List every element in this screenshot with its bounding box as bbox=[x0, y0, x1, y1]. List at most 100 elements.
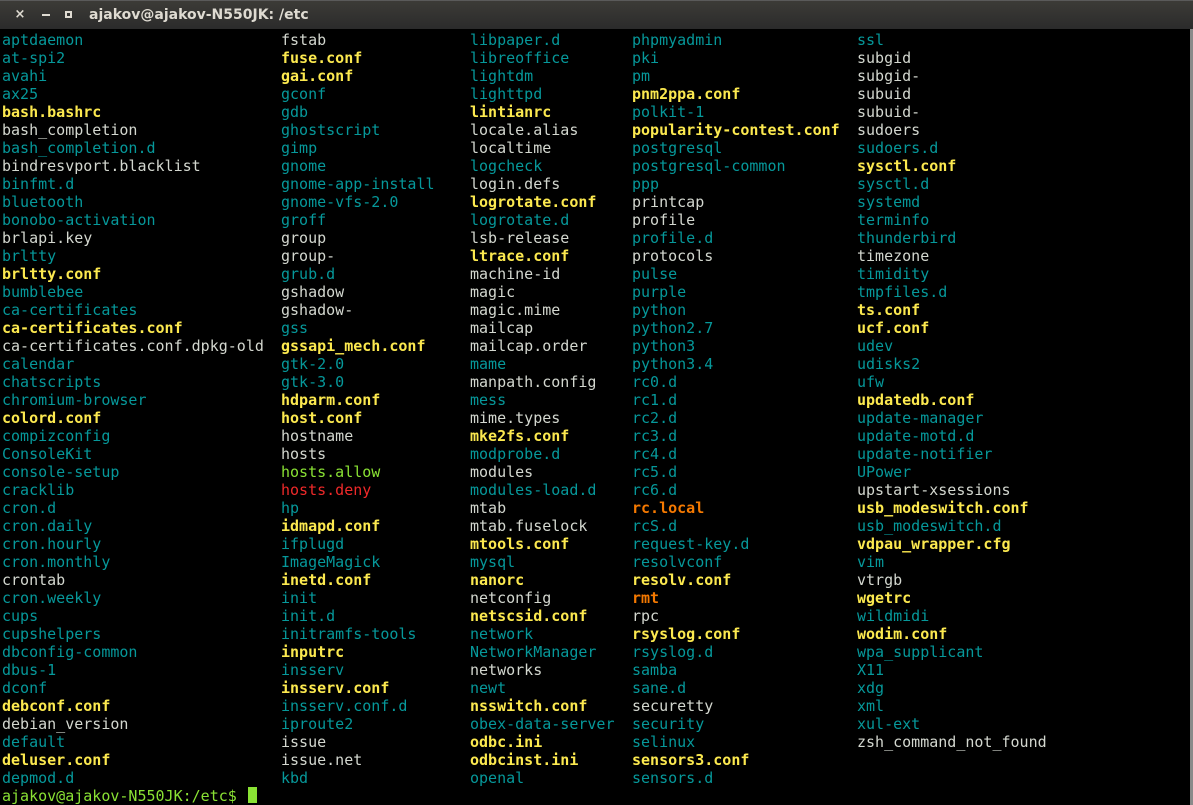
ls-column: fstab fuse.conf gai.conf gconf gdb ghostscrip… bbox=[281, 31, 435, 787]
file-entry: sysctl.conf bbox=[857, 157, 957, 175]
directory-entry: xdg bbox=[857, 679, 885, 697]
file-entry: login.defs bbox=[470, 175, 561, 193]
directory-entry: init.d bbox=[281, 607, 336, 625]
file-entry: hosts bbox=[281, 445, 327, 463]
cursor-block bbox=[247, 787, 257, 803]
file-entry: gai.conf bbox=[281, 67, 354, 85]
file-entry: resolv.conf bbox=[632, 571, 732, 589]
directory-entry: rc5.d bbox=[632, 463, 678, 481]
directory-entry: gdb bbox=[281, 103, 309, 121]
directory-entry: cups bbox=[2, 607, 39, 625]
directory-entry: depmod.d bbox=[2, 769, 75, 787]
file-entry: brlapi.key bbox=[2, 229, 93, 247]
directory-entry: thunderbird bbox=[857, 229, 957, 247]
ls-column: ssl subgid subgid-subuid subuid-sudoers sudo… bbox=[857, 31, 1047, 751]
directory-entry: timidity bbox=[857, 265, 930, 283]
close-icon[interactable]: × bbox=[12, 7, 28, 23]
directory-entry: dbus-1 bbox=[2, 661, 57, 679]
directory-entry: ax25 bbox=[2, 85, 39, 103]
directory-entry: pm bbox=[632, 67, 651, 85]
directory-entry: cron.hourly bbox=[2, 535, 102, 553]
directory-entry: rc6.d bbox=[632, 481, 678, 499]
directory-entry: libpaper.d bbox=[470, 31, 561, 49]
directory-entry: postgresql bbox=[632, 139, 723, 157]
window-titlebar[interactable]: × ajakov@ajakov-N550JK: /etc bbox=[0, 0, 1193, 29]
file-entry: nsswitch.conf bbox=[470, 697, 588, 715]
file-entry: issue.net bbox=[281, 751, 363, 769]
file-entry: netscsid.conf bbox=[470, 607, 588, 625]
directory-entry: python3.4 bbox=[632, 355, 714, 373]
directory-entry: sensors.d bbox=[632, 769, 714, 787]
file-entry: lintianrc bbox=[470, 103, 552, 121]
file-entry: group- bbox=[281, 247, 336, 265]
directory-entry: network bbox=[470, 625, 534, 643]
directory-entry: X11 bbox=[857, 661, 885, 679]
directory-entry: phpmyadmin bbox=[632, 31, 723, 49]
directory-entry: bluetooth bbox=[2, 193, 84, 211]
directory-entry: ppp bbox=[632, 175, 660, 193]
directory-entry: selinux bbox=[632, 733, 696, 751]
file-entry: ca-certificates.conf bbox=[2, 319, 183, 337]
directory-entry: gtk-3.0 bbox=[281, 373, 345, 391]
ls-column: phpmyadmin pki pm pnm2ppa.conf polkit-1 popul… bbox=[632, 31, 840, 787]
directory-entry: sane.d bbox=[632, 679, 687, 697]
file-entry: ca-certificates.conf.dpkg-old bbox=[2, 337, 264, 355]
file-entry: sudoers bbox=[857, 121, 921, 139]
file-entry: sensors3.conf bbox=[632, 751, 750, 769]
file-entry: ts.conf bbox=[857, 301, 921, 319]
shell-prompt[interactable]: ajakov@ajakov-N550JK:/etc$ bbox=[2, 787, 257, 805]
directory-entry: bumblebee bbox=[2, 283, 84, 301]
directory-entry: vim bbox=[857, 553, 885, 571]
directory-entry: logcheck bbox=[470, 157, 543, 175]
directory-entry: rc2.d bbox=[632, 409, 678, 427]
file-entry: lsb-release bbox=[470, 229, 570, 247]
directory-entry: compizconfig bbox=[2, 427, 111, 445]
file-entry: deluser.conf bbox=[2, 751, 111, 769]
file-entry: popularity-contest.conf bbox=[632, 121, 840, 139]
directory-entry: modprobe.d bbox=[470, 445, 561, 463]
terminal-area[interactable]: aptdaemon at-spi2 avahi ax25 bash.bashrc bash… bbox=[0, 29, 1193, 805]
directory-entry: cron.weekly bbox=[2, 589, 102, 607]
file-entry: mailcap bbox=[470, 319, 534, 337]
directory-entry: request-key.d bbox=[632, 535, 750, 553]
window-title: ajakov@ajakov-N550JK: /etc bbox=[89, 7, 309, 23]
file-entry: crontab bbox=[2, 571, 66, 589]
directory-entry: insserv bbox=[281, 661, 345, 679]
directory-entry: binfmt.d bbox=[2, 175, 75, 193]
directory-entry: brltty bbox=[2, 247, 57, 265]
directory-entry: dbconfig-common bbox=[2, 643, 138, 661]
ls-column: aptdaemon at-spi2 avahi ax25 bash.bashrc bash… bbox=[2, 31, 264, 787]
directory-entry: insserv.conf.d bbox=[281, 697, 408, 715]
directory-entry: groff bbox=[281, 211, 327, 229]
minimize-button[interactable] bbox=[38, 7, 54, 23]
directory-entry: postgresql-common bbox=[632, 157, 786, 175]
directory-entry: newt bbox=[470, 679, 507, 697]
file-entry: hostname bbox=[281, 427, 354, 445]
directory-entry: avahi bbox=[2, 67, 48, 85]
file-entry: magic bbox=[470, 283, 516, 301]
directory-entry: ca-certificates bbox=[2, 301, 138, 319]
directory-entry: rc1.d bbox=[632, 391, 678, 409]
directory-entry: security bbox=[632, 715, 705, 733]
file-entry: colord.conf bbox=[2, 409, 102, 427]
directory-entry: gss bbox=[281, 319, 309, 337]
file-entry: securetty bbox=[632, 697, 714, 715]
directory-entry: iproute2 bbox=[281, 715, 354, 733]
directory-entry: systemd bbox=[857, 193, 921, 211]
file-entry: pnm2ppa.conf bbox=[632, 85, 741, 103]
file-entry: updatedb.conf bbox=[857, 391, 975, 409]
maximize-button[interactable] bbox=[60, 7, 76, 23]
directory-entry: grub.d bbox=[281, 265, 336, 283]
file-entry: bash.bashrc bbox=[2, 103, 102, 121]
prompt-text: ajakov@ajakov-N550JK:/etc$ bbox=[2, 787, 246, 805]
directory-entry: polkit-1 bbox=[632, 103, 705, 121]
directory-entry: update-manager bbox=[857, 409, 984, 427]
directory-entry: chatscripts bbox=[2, 373, 102, 391]
file-entry: mtab bbox=[470, 499, 507, 517]
directory-entry: console-setup bbox=[2, 463, 120, 481]
directory-entry: ImageMagick bbox=[281, 553, 381, 571]
file-entry: host.conf bbox=[281, 409, 363, 427]
file-entry: profile bbox=[632, 211, 696, 229]
file-entry: mtab.fuselock bbox=[470, 517, 588, 535]
directory-entry: logrotate.d bbox=[470, 211, 570, 229]
